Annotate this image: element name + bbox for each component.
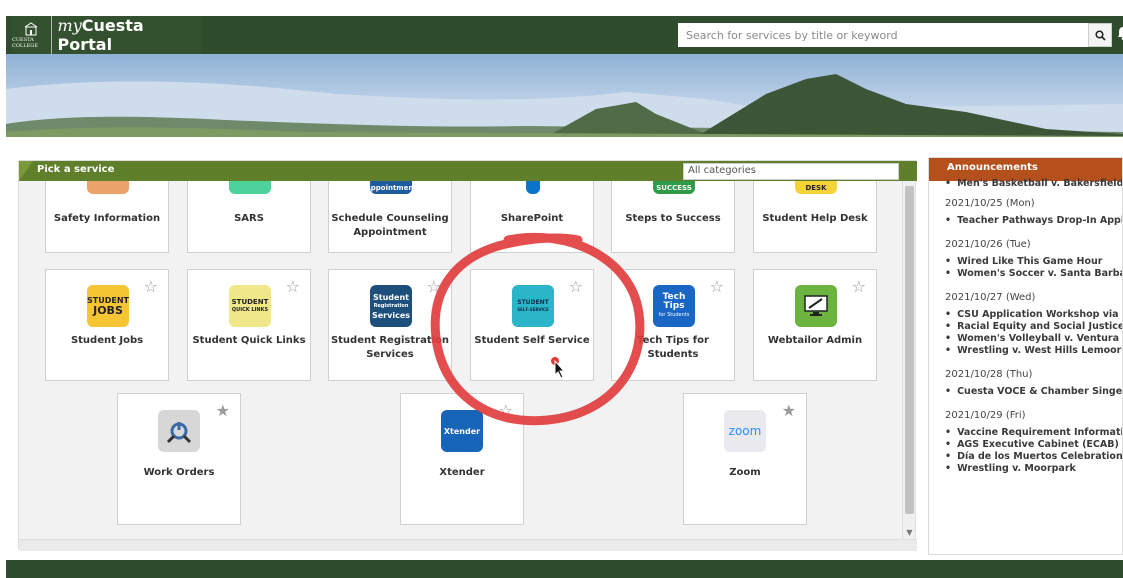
scroll-thumb[interactable] bbox=[905, 186, 914, 514]
favorite-star-icon[interactable]: ☆ bbox=[286, 279, 300, 295]
announcement-item[interactable]: Wrestling v. West Hills Lemoore bbox=[929, 345, 1122, 357]
page-footer bbox=[6, 560, 1123, 578]
service-grid-scrollbar[interactable]: ▼ bbox=[902, 181, 915, 539]
announcement-item[interactable]: Día de los Muertos Celebration ( bbox=[929, 451, 1122, 463]
favorite-star-icon[interactable]: ☆ bbox=[427, 279, 441, 295]
announcement-date: 2021/10/25 (Mon) bbox=[945, 198, 1035, 209]
cuesta-logo: CUESTA COLLEGE bbox=[12, 16, 52, 54]
webtailor-monitor-icon bbox=[795, 285, 837, 327]
announcement-date: 2021/10/27 (Wed) bbox=[945, 292, 1036, 303]
student-quick-links-icon: STUDENT QUICK LINKS bbox=[229, 285, 271, 327]
announcement-item[interactable]: Wrestling v. Moorpark bbox=[929, 463, 1122, 475]
tile-webtailor-admin[interactable]: ☆ Webtailor Admin bbox=[753, 269, 877, 381]
bell-icon[interactable] bbox=[1117, 26, 1123, 44]
service-panel-footer bbox=[19, 539, 917, 551]
announcement-item[interactable]: Wired Like This Game Hour bbox=[929, 256, 1122, 268]
tile-steps-to-success[interactable]: SUCCESS Steps to Success bbox=[611, 181, 735, 253]
search-icon bbox=[1094, 29, 1106, 41]
announcement-date: 2021/10/28 (Thu) bbox=[945, 369, 1033, 380]
tech-tips-icon: Tech Tips for Students bbox=[653, 285, 695, 327]
announcement-item[interactable]: Women's Soccer v. Santa Barbar bbox=[929, 268, 1122, 280]
service-grid: Safety Information SARS Appointment Sche… bbox=[19, 181, 904, 539]
mouse-cursor-icon bbox=[551, 357, 566, 379]
tile-student-self-service[interactable]: STUDENT SELF-SERVICE ☆ Student Self Servi… bbox=[470, 269, 594, 381]
tile-sars[interactable]: SARS bbox=[187, 181, 311, 253]
announcement-date: 2021/10/29 (Fri) bbox=[945, 410, 1026, 421]
top-navbar: CUESTA COLLEGE myCuesta Portal bbox=[6, 16, 1123, 54]
search-input[interactable] bbox=[678, 23, 1088, 47]
favorite-star-icon[interactable]: ★ bbox=[216, 403, 230, 419]
favorite-star-icon[interactable]: ☆ bbox=[852, 279, 866, 295]
search-button[interactable] bbox=[1088, 23, 1112, 47]
student-registration-icon: Student Registration Services bbox=[370, 285, 412, 327]
announcement-item[interactable]: Racial Equity and Social Justice i bbox=[929, 321, 1122, 333]
service-panel-title: Pick a service bbox=[37, 164, 115, 175]
tile-zoom[interactable]: zoom ★ Zoom bbox=[683, 393, 807, 525]
announcement-item[interactable]: Vaccine Requirement Informatio bbox=[929, 427, 1122, 439]
tile-student-help-desk[interactable]: DESK Student Help Desk bbox=[753, 181, 877, 253]
favorite-star-icon[interactable]: ☆ bbox=[144, 279, 158, 295]
panel-header-accent bbox=[19, 161, 33, 181]
steps-to-success-icon: SUCCESS bbox=[653, 181, 695, 194]
tile-sharepoint[interactable]: SharePoint bbox=[470, 181, 594, 253]
college-building-icon bbox=[24, 21, 38, 35]
announcement-item[interactable]: Teacher Pathways Drop-In Appli bbox=[929, 215, 1122, 227]
tile-schedule-counseling[interactable]: Appointment Schedule Counseling Appointm… bbox=[328, 181, 452, 253]
sharepoint-icon bbox=[526, 181, 540, 194]
student-jobs-icon: STUDENT JOBS bbox=[87, 285, 129, 327]
tile-work-orders[interactable]: ★ Work Orders bbox=[117, 393, 241, 525]
student-self-service-icon: STUDENT SELF-SERVICE bbox=[512, 285, 554, 327]
announcement-date: 2021/10/26 (Tue) bbox=[945, 239, 1031, 250]
work-orders-tools-icon bbox=[158, 410, 200, 452]
announcements-panel: Announcements Men's Basketball v. Bakers… bbox=[928, 157, 1123, 555]
tile-tech-tips[interactable]: Tech Tips for Students ☆ Tech Tips for Stu… bbox=[611, 269, 735, 381]
zoom-icon: zoom bbox=[724, 410, 766, 452]
appointment-icon: Appointment bbox=[365, 181, 417, 194]
favorite-star-icon[interactable]: ★ bbox=[782, 403, 796, 419]
favorite-star-icon[interactable]: ☆ bbox=[569, 279, 583, 295]
favorite-star-icon[interactable]: ☆ bbox=[710, 279, 724, 295]
tile-student-quick-links[interactable]: STUDENT QUICK LINKS ☆ Student Quick Links bbox=[187, 269, 311, 381]
xtender-icon: Xtender bbox=[441, 410, 483, 452]
announcement-item[interactable]: AGS Executive Cabinet (ECAB) M bbox=[929, 439, 1122, 451]
announcement-item[interactable]: CSU Application Workshop via Z bbox=[929, 309, 1122, 321]
sars-icon bbox=[229, 181, 271, 194]
college-name: CUESTA COLLEGE bbox=[12, 36, 38, 49]
announcements-list: Men's Basketball v. Bakersfield 2021/10/… bbox=[929, 176, 1122, 475]
portal-brand[interactable]: CUESTA COLLEGE myCuesta Portal bbox=[12, 16, 202, 54]
category-select[interactable]: All categories bbox=[683, 163, 899, 180]
announcement-item[interactable]: Women's Volleyball v. Ventura bbox=[929, 333, 1122, 345]
safety-cone-icon bbox=[87, 181, 129, 194]
announcement-item[interactable]: Cuesta VOCE & Chamber Singers bbox=[929, 386, 1122, 398]
favorite-star-icon[interactable]: ☆ bbox=[499, 403, 513, 419]
help-desk-icon: DESK bbox=[795, 181, 837, 194]
portal-title: myCuesta Portal bbox=[57, 16, 144, 54]
tile-safety-information[interactable]: Safety Information bbox=[45, 181, 169, 253]
service-panel: Pick a service All categories Safety Inf… bbox=[18, 160, 917, 551]
tile-student-jobs[interactable]: STUDENT JOBS ☆ Student Jobs bbox=[45, 269, 169, 381]
announcement-item[interactable]: Men's Basketball v. Bakersfield bbox=[929, 178, 1122, 190]
mountain-banner bbox=[6, 54, 1123, 137]
tile-student-registration[interactable]: Student Registration Services ☆ Student Re… bbox=[328, 269, 452, 381]
scroll-down-arrow-icon[interactable]: ▼ bbox=[903, 526, 916, 539]
tile-xtender[interactable]: Xtender ☆ Xtender bbox=[400, 393, 524, 525]
